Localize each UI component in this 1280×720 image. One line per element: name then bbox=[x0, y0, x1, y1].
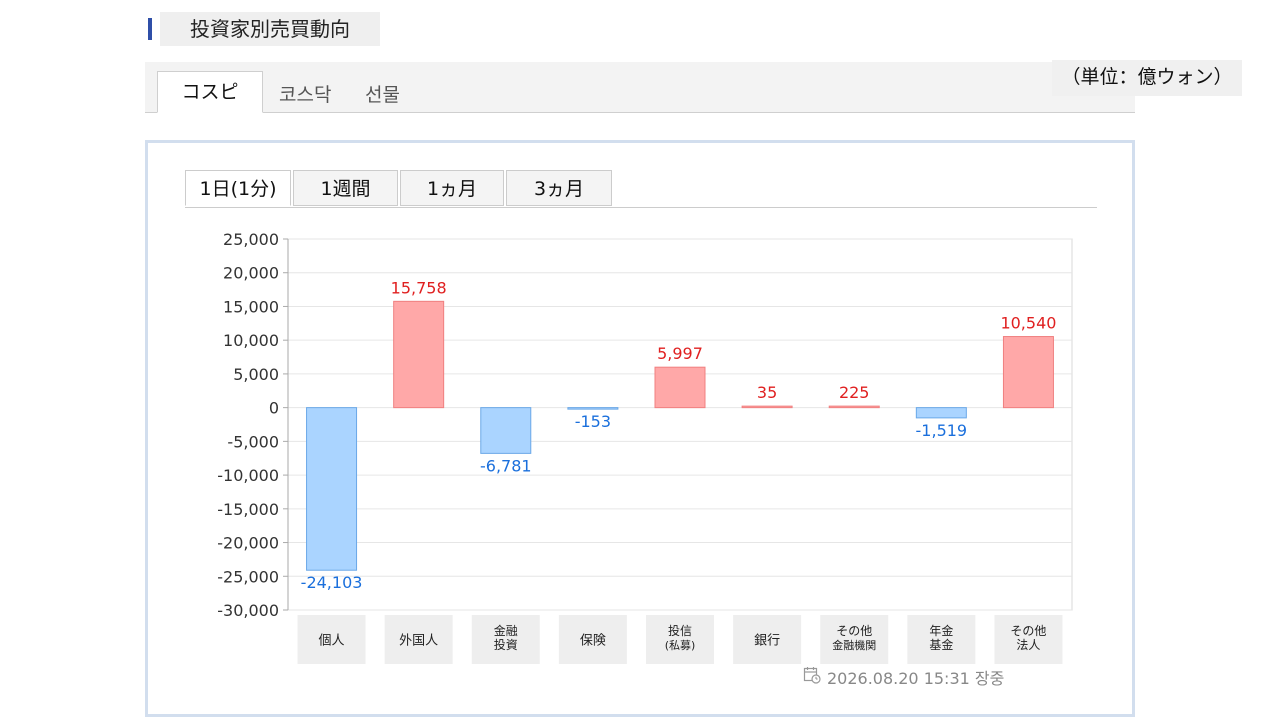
x-tick-label: 個人 bbox=[319, 634, 345, 649]
y-tick-label: -20,000 bbox=[217, 534, 279, 553]
timestamp-text: 2026.08.20 15:31 장중 bbox=[827, 669, 1005, 688]
data-label: 225 bbox=[839, 383, 870, 402]
data-label: 10,540 bbox=[1000, 314, 1056, 333]
bar-3 bbox=[567, 407, 619, 410]
data-label: -6,781 bbox=[480, 456, 532, 475]
x-tick-label: 銀行 bbox=[754, 634, 780, 649]
x-tick-label: (私募) bbox=[665, 639, 696, 652]
y-tick-label: -15,000 bbox=[217, 500, 279, 519]
bar-1 bbox=[393, 300, 445, 409]
timestamp: 2026.08.20 15:31 장중 bbox=[803, 666, 1004, 688]
x-tick-label: 投資 bbox=[494, 637, 518, 652]
x-tick-label: 基金 bbox=[929, 637, 953, 652]
x-tick-label: 金融機関 bbox=[832, 638, 876, 652]
x-tick-label: その他 bbox=[836, 624, 872, 638]
data-label: -1,519 bbox=[916, 421, 968, 440]
y-tick-label: 10,000 bbox=[223, 331, 279, 350]
bar-2 bbox=[480, 407, 532, 454]
x-tick-label: 外国人 bbox=[399, 634, 438, 649]
data-label: 5,997 bbox=[657, 344, 703, 363]
data-label: -153 bbox=[575, 412, 611, 431]
bar-8 bbox=[1002, 336, 1054, 409]
y-tick-label: -25,000 bbox=[217, 567, 279, 586]
investor-bar-chart: 25,000 20,000 15,000 10,000 5,000 0 -5,000 -10,… bbox=[217, 230, 1073, 664]
y-tick-label: -10,000 bbox=[217, 466, 279, 485]
y-tick-label: 0 bbox=[269, 399, 279, 418]
y-tick-label: 15,000 bbox=[223, 297, 279, 316]
y-tick-label: 20,000 bbox=[223, 264, 279, 283]
x-tick-label: 投信 bbox=[668, 623, 692, 638]
y-tick-label: 25,000 bbox=[223, 230, 279, 249]
x-tick-label: 金融 bbox=[494, 623, 518, 638]
data-label: -24,103 bbox=[301, 573, 363, 592]
data-label: 35 bbox=[757, 383, 777, 402]
bar-6 bbox=[828, 405, 880, 409]
bar-5 bbox=[741, 405, 793, 409]
x-tick-label: その他 bbox=[1010, 624, 1046, 638]
data-label: 15,758 bbox=[391, 278, 447, 297]
y-tick-label: 5,000 bbox=[233, 365, 279, 384]
x-tick-label: 法人 bbox=[1016, 638, 1040, 652]
x-tick-label: 年金 bbox=[929, 623, 953, 638]
y-tick-label: -30,000 bbox=[217, 601, 279, 620]
bar-7 bbox=[915, 407, 967, 419]
bar-0 bbox=[306, 407, 358, 571]
y-tick-label: -5,000 bbox=[227, 432, 279, 451]
calendar-clock-icon bbox=[803, 666, 821, 688]
x-tick-label: 保険 bbox=[580, 634, 606, 649]
bar-4 bbox=[654, 366, 706, 409]
